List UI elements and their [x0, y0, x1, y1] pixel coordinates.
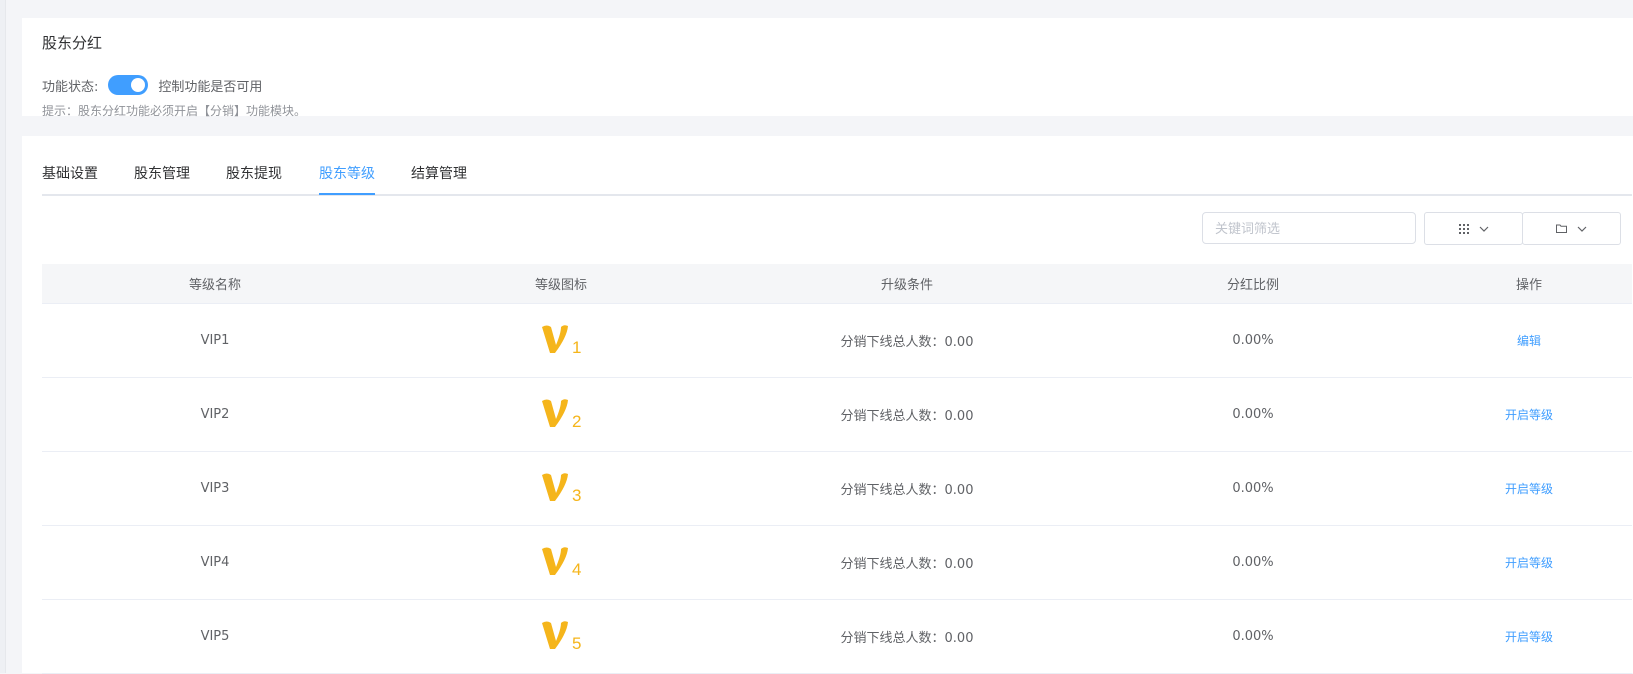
enable-level-link[interactable]: 开启等级: [1505, 408, 1553, 422]
upgrade-condition: 分销下线总人数：0.00: [840, 631, 974, 646]
dividend-ratio: 0.00%: [1232, 555, 1274, 570]
svg-text:2: 2: [572, 412, 581, 431]
tab-shareholder-management[interactable]: 股东管理: [134, 163, 190, 193]
enable-level-link[interactable]: 开启等级: [1505, 482, 1553, 496]
status-label: 功能状态:: [42, 79, 99, 95]
feature-toggle[interactable]: [108, 75, 149, 95]
svg-text:3: 3: [572, 486, 581, 505]
vip-level-icon: 4: [542, 546, 581, 579]
table-row: VIP2 2 分销下线总人数：0.00 0.00% 开启等级: [42, 378, 1632, 452]
toggle-description: 控制功能是否可用: [158, 79, 263, 95]
folder-icon: [1556, 224, 1567, 233]
upgrade-condition: 分销下线总人数：0.00: [840, 409, 974, 424]
chevron-down-icon: [1577, 226, 1587, 232]
vip-level-icon: 1: [542, 324, 581, 357]
column-header-level-name: 等级名称: [188, 278, 241, 293]
table-row: VIP1 1 分销下线总人数：0.00 0.00% 编辑: [42, 304, 1632, 378]
table-row: VIP4 4 分销下线总人数：0.00 0.00% 开启等级: [42, 526, 1632, 600]
vip-level-icon: 5: [542, 620, 581, 653]
toggle-knob: [131, 78, 146, 92]
dividend-ratio: 0.00%: [1232, 333, 1274, 348]
table-row: VIP3 3 分销下线总人数：0.00 0.00% 开启等级: [42, 452, 1632, 526]
level-name: VIP3: [200, 481, 230, 496]
tab-bar: 基础设置 股东管理 股东提现 股东等级 结算管理: [42, 136, 1632, 196]
dividend-header-card: 股东分红 功能状态: 控制功能是否可用 提示：股东分红功能必须开启【分销】功能模…: [22, 18, 1633, 118]
upgrade-condition: 分销下线总人数：0.00: [840, 557, 974, 572]
column-view-dropdown[interactable]: [1424, 212, 1523, 245]
enable-level-link[interactable]: 开启等级: [1505, 630, 1553, 644]
level-name: VIP5: [200, 629, 230, 644]
dividend-ratio: 0.00%: [1232, 629, 1274, 644]
dividend-ratio: 0.00%: [1232, 407, 1274, 422]
upgrade-condition: 分销下线总人数：0.00: [840, 335, 974, 350]
page-title: 股东分红: [42, 34, 103, 52]
vip-level-icon: 3: [542, 472, 581, 505]
svg-text:4: 4: [572, 560, 581, 579]
main-content-card: 基础设置 股东管理 股东提现 股东等级 结算管理 等级名称 等级图标 升级条件 …: [22, 136, 1633, 674]
vip-level-icon: 2: [542, 398, 581, 431]
upgrade-condition: 分销下线总人数：0.00: [840, 483, 974, 498]
tab-shareholder-withdrawal[interactable]: 股东提现: [226, 163, 282, 193]
export-dropdown[interactable]: [1522, 212, 1621, 245]
chevron-down-icon: [1479, 226, 1488, 232]
top-strip: [6, 0, 1633, 18]
level-name: VIP1: [200, 333, 230, 348]
keyword-filter-input[interactable]: [1202, 212, 1416, 244]
level-table: 等级名称 等级图标 升级条件 分红比例 操作 VIP1 1 分销下线总人数：0.…: [42, 264, 1632, 674]
hint-text: 提示：股东分红功能必须开启【分销】功能模块。: [42, 104, 307, 118]
column-header-level-icon: 等级图标: [534, 278, 587, 293]
column-header-actions: 操作: [1515, 278, 1542, 293]
edit-link[interactable]: 编辑: [1517, 334, 1541, 348]
svg-text:5: 5: [572, 634, 581, 653]
grid-icon: [1458, 223, 1469, 234]
status-row: 功能状态: 控制功能是否可用: [42, 74, 262, 96]
dividend-ratio: 0.00%: [1232, 481, 1274, 496]
table-row: VIP5 5 分销下线总人数：0.00 0.00% 开启等级: [42, 600, 1632, 674]
tab-shareholder-level[interactable]: 股东等级: [319, 163, 375, 195]
svg-text:1: 1: [572, 338, 581, 357]
tab-basic-settings[interactable]: 基础设置: [42, 163, 98, 193]
column-header-dividend-ratio: 分红比例: [1226, 278, 1279, 293]
level-name: VIP2: [200, 407, 230, 422]
level-name: VIP4: [200, 555, 230, 570]
tab-settlement-management[interactable]: 结算管理: [411, 163, 467, 193]
column-header-upgrade-condition: 升级条件: [880, 278, 933, 293]
table-header: 等级名称 等级图标 升级条件 分红比例 操作: [42, 264, 1632, 304]
enable-level-link[interactable]: 开启等级: [1505, 556, 1553, 570]
left-sidebar-edge: [0, 0, 6, 673]
